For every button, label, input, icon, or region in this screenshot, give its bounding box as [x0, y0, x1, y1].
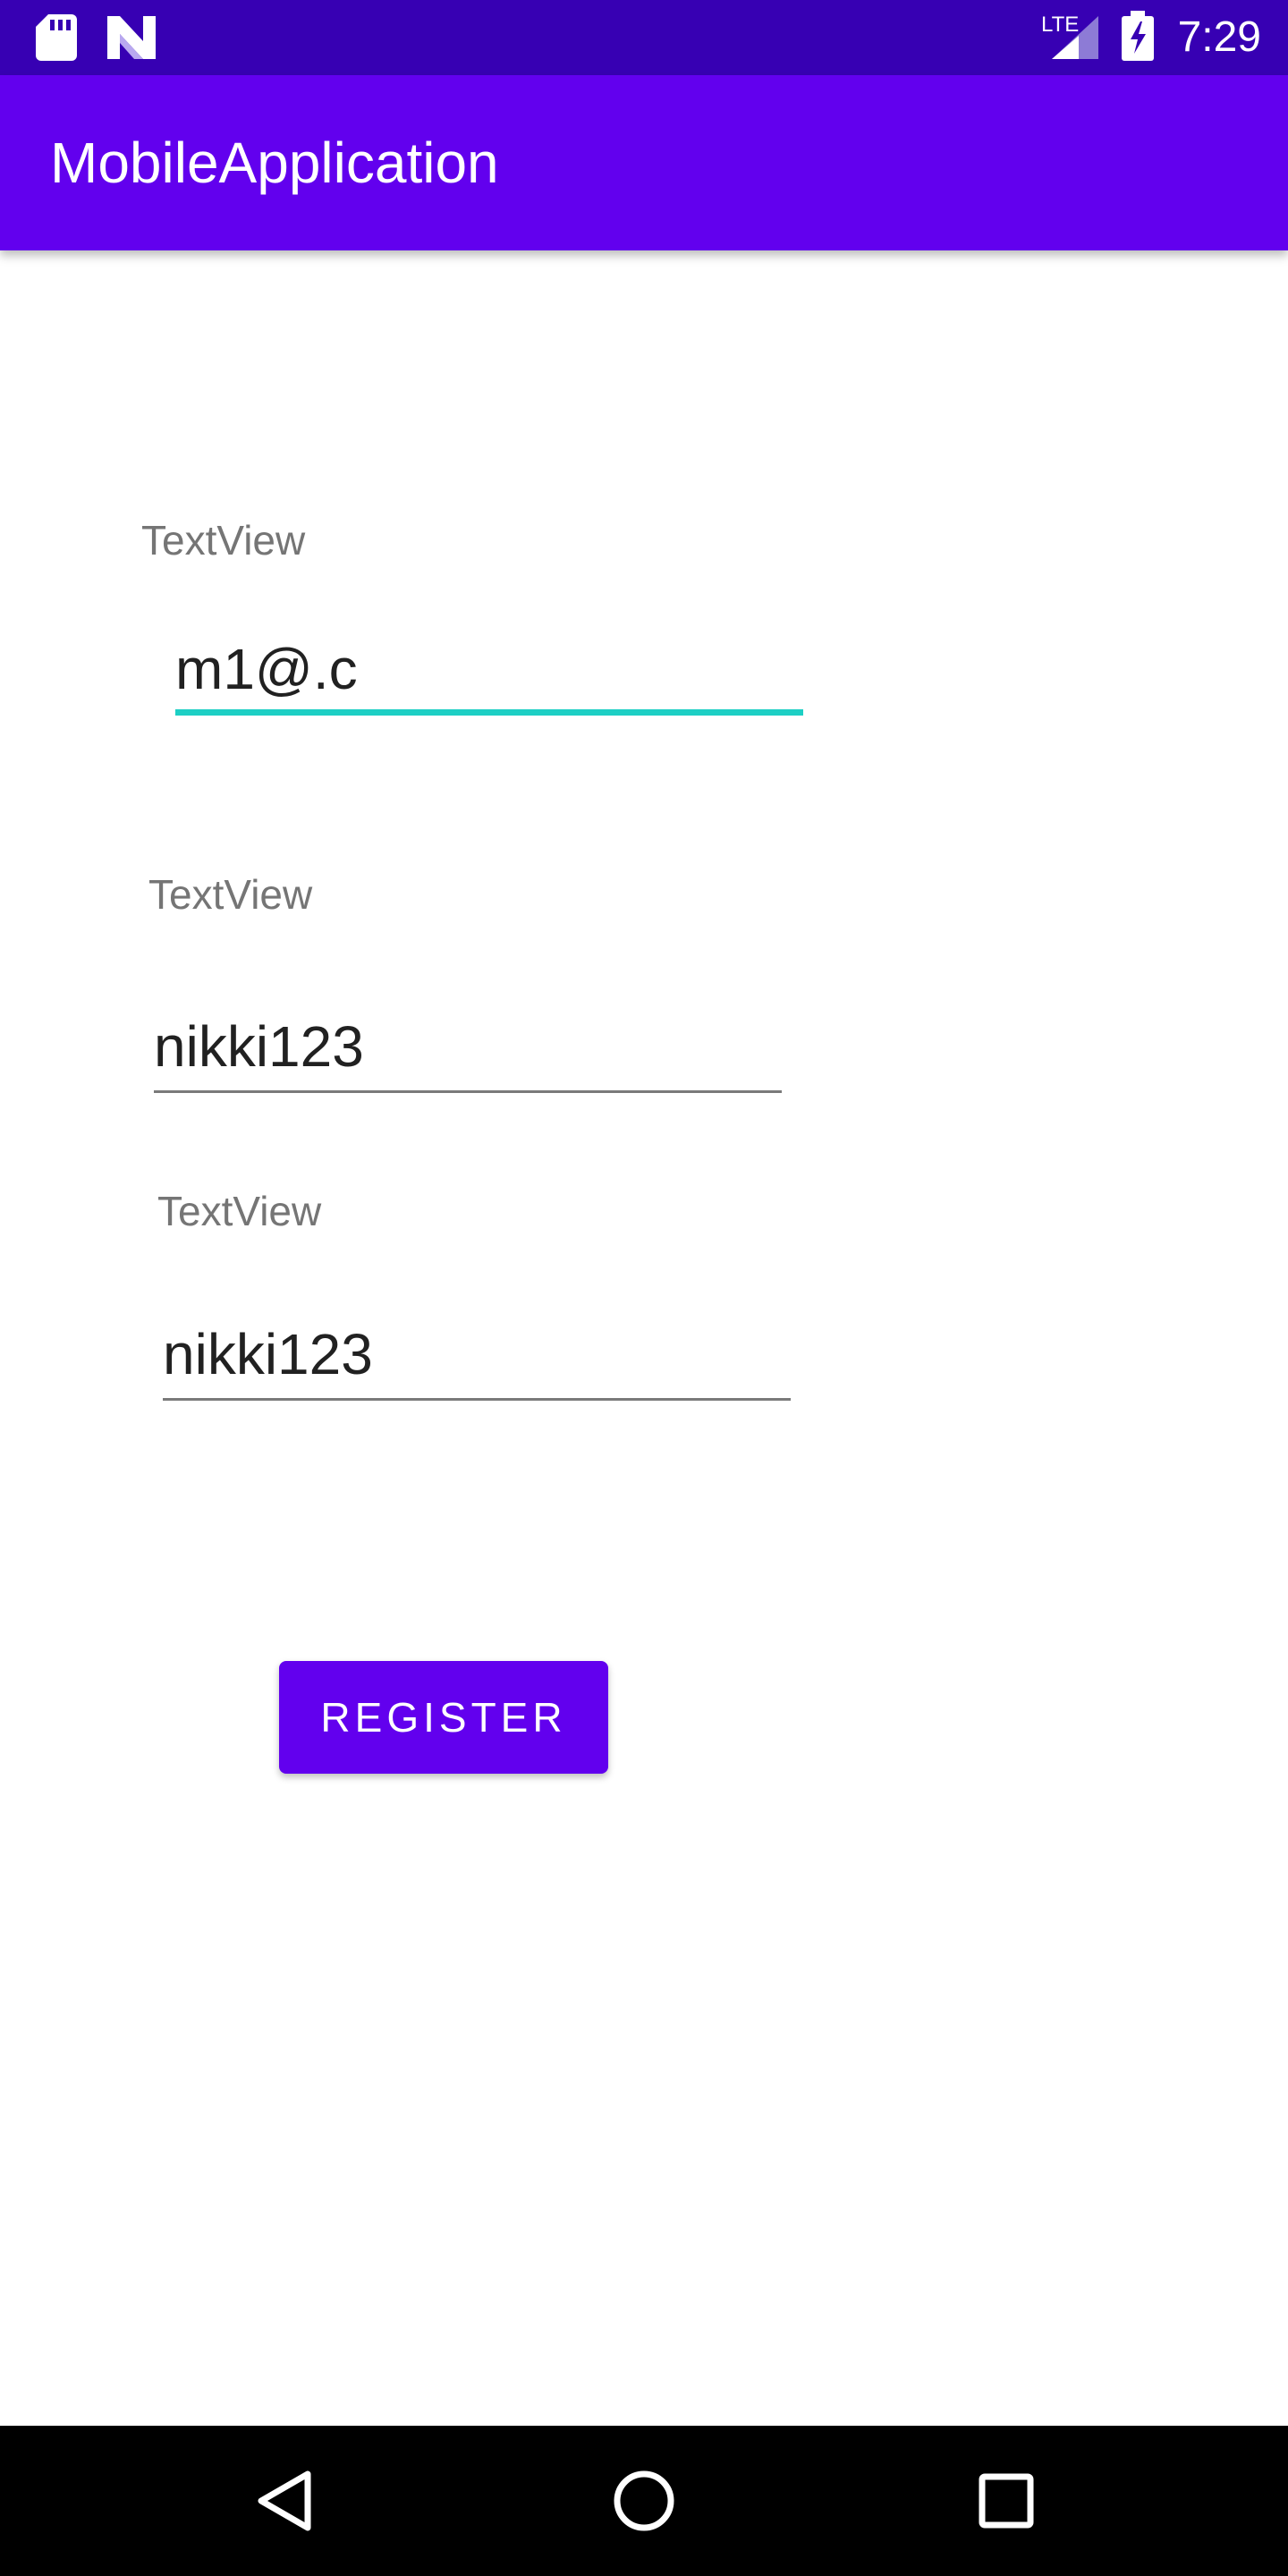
nav-back-button[interactable] — [213, 2426, 356, 2576]
app-bar: MobileApplication — [0, 75, 1288, 250]
battery-charging-icon — [1122, 11, 1154, 61]
register-screen: LTE 7:29 MobileApplication TextView m1@.… — [0, 0, 1288, 2576]
nav-recents-button[interactable] — [935, 2426, 1078, 2576]
confirm-password-field[interactable]: nikki123 — [163, 1311, 791, 1401]
n-logo-icon — [107, 16, 156, 59]
home-icon — [614, 2470, 674, 2531]
email-field[interactable]: m1@.c — [175, 626, 803, 716]
email-field-value: m1@.c — [175, 637, 358, 701]
navigation-bar — [0, 2426, 1288, 2576]
recents-icon — [979, 2473, 1034, 2529]
password-field-underline — [154, 1090, 782, 1093]
field-label-2: TextView — [148, 871, 313, 918]
password-field-value: nikki123 — [154, 1014, 364, 1079]
field-label-3: TextView — [157, 1188, 322, 1234]
confirm-password-field-value: nikki123 — [163, 1322, 373, 1386]
lte-signal-icon — [1052, 16, 1098, 59]
field-label-1: TextView — [141, 517, 306, 564]
nav-home-button[interactable] — [572, 2426, 716, 2576]
back-icon — [258, 2470, 311, 2531]
status-bar: LTE 7:29 — [0, 0, 1288, 75]
status-time: 7:29 — [1177, 13, 1261, 61]
app-title: MobileApplication — [50, 131, 499, 195]
confirm-password-field-underline — [163, 1398, 791, 1401]
email-field-underline — [175, 709, 803, 716]
sd-card-icon — [36, 14, 77, 61]
register-button[interactable]: REGISTER — [279, 1661, 608, 1774]
password-field[interactable]: nikki123 — [154, 1004, 782, 1093]
